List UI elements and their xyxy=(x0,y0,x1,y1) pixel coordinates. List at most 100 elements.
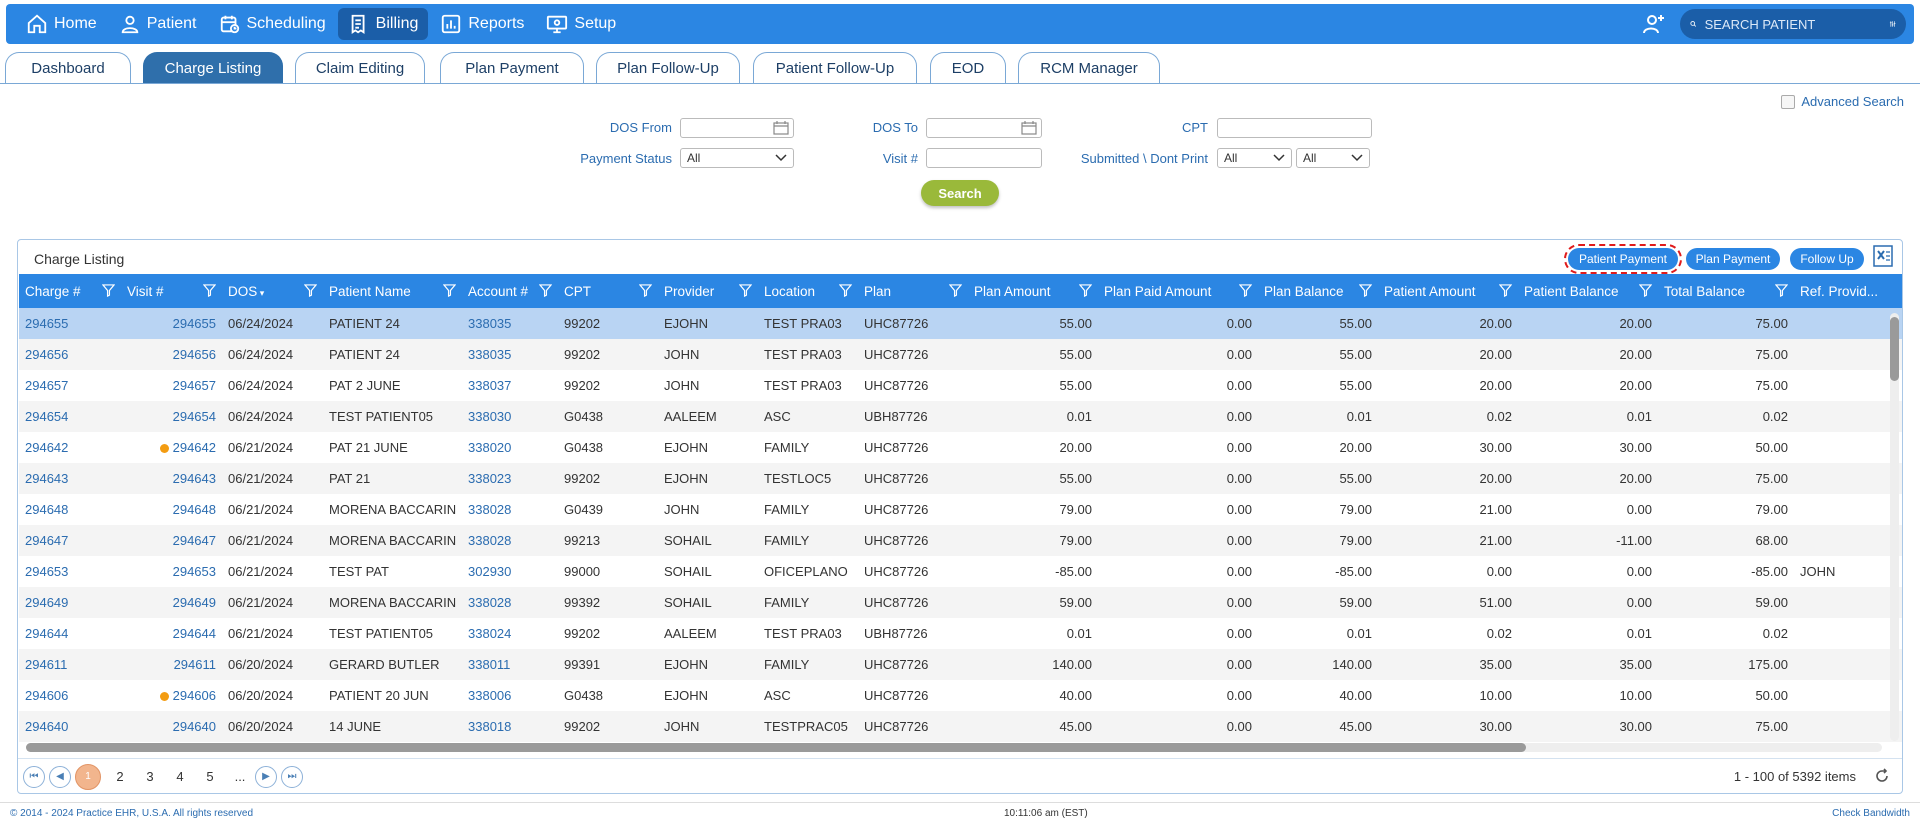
vertical-scrollbar[interactable] xyxy=(1890,313,1899,741)
filter-icon[interactable] xyxy=(443,284,456,297)
column-header[interactable]: Patient Amount xyxy=(1378,274,1518,308)
page-ellipsis[interactable]: ... xyxy=(225,769,255,784)
column-header[interactable]: Ref. Provid... xyxy=(1794,274,1902,308)
calendar-icon[interactable] xyxy=(1021,121,1037,135)
account-link[interactable]: 338030 xyxy=(462,401,558,432)
charge-link[interactable]: 294606 xyxy=(19,680,121,711)
filter-icon[interactable] xyxy=(1239,284,1252,297)
table-row[interactable]: 294611 294611 06/20/2024 GERARD BUTLER 33801… xyxy=(19,649,1902,680)
visit-link[interactable]: 294653 xyxy=(121,556,222,587)
excel-export-icon[interactable] xyxy=(1872,244,1894,268)
patient-payment-button[interactable]: Patient Payment xyxy=(1564,244,1682,274)
visit-field[interactable] xyxy=(926,148,1042,168)
column-header[interactable]: Plan Balance xyxy=(1258,274,1378,308)
charge-link[interactable]: 294648 xyxy=(19,494,121,525)
column-header[interactable]: CPT xyxy=(558,274,658,308)
tab-patient-follow-up[interactable]: Patient Follow-Up xyxy=(753,52,917,83)
search-button[interactable]: Search xyxy=(921,180,999,206)
table-row[interactable]: 294657 294657 06/24/2024 PAT 2 JUNE 338037 99… xyxy=(19,370,1902,401)
next-page-button[interactable]: ▶ xyxy=(255,765,277,788)
column-header[interactable]: Plan xyxy=(858,274,968,308)
page-link[interactable]: 2 xyxy=(105,769,135,784)
account-link[interactable]: 338028 xyxy=(462,525,558,556)
visit-link[interactable]: 294644 xyxy=(121,618,222,649)
tab-claim-editing[interactable]: Claim Editing xyxy=(295,52,425,83)
visit-link[interactable]: 294642 xyxy=(121,432,222,463)
page-link[interactable]: 4 xyxy=(165,769,195,784)
add-patient-button[interactable] xyxy=(1640,10,1668,38)
filter-icon[interactable] xyxy=(304,284,317,297)
account-link[interactable]: 338035 xyxy=(462,308,558,339)
charge-link[interactable]: 294644 xyxy=(19,618,121,649)
charge-link[interactable]: 294643 xyxy=(19,463,121,494)
column-header[interactable]: Visit # xyxy=(121,274,222,308)
page-link[interactable]: 3 xyxy=(135,769,165,784)
charge-link[interactable]: 294649 xyxy=(19,587,121,618)
column-header[interactable]: Charge # xyxy=(19,274,121,308)
account-link[interactable]: 302930 xyxy=(462,556,558,587)
filter-icon[interactable] xyxy=(102,284,115,297)
column-header[interactable]: DOS ▾ xyxy=(222,274,323,308)
table-row[interactable]: 294606 294606 06/20/2024 PATIENT 20 JUN 3380… xyxy=(19,680,1902,711)
charge-link[interactable]: 294642 xyxy=(19,432,121,463)
visit-link[interactable]: 294657 xyxy=(121,370,222,401)
column-header[interactable]: Account # xyxy=(462,274,558,308)
visit-link[interactable]: 294654 xyxy=(121,401,222,432)
filter-icon[interactable] xyxy=(1639,284,1652,297)
table-row[interactable]: 294653 294653 06/21/2024 TEST PAT 302930 9900… xyxy=(19,556,1902,587)
nav-home[interactable]: Home xyxy=(16,8,107,40)
visit-link[interactable]: 294640 xyxy=(121,711,222,742)
horizontal-scroll-thumb[interactable] xyxy=(26,743,1526,752)
visit-link[interactable]: 294606 xyxy=(121,680,222,711)
patient-search-input[interactable] xyxy=(1704,16,1881,32)
filter-icon[interactable] xyxy=(639,284,652,297)
filter-sliders-icon[interactable] xyxy=(1889,15,1896,33)
filter-icon[interactable] xyxy=(203,284,216,297)
nav-billing[interactable]: Billing xyxy=(337,8,429,40)
column-header[interactable]: Location xyxy=(758,274,858,308)
vertical-scroll-thumb[interactable] xyxy=(1890,317,1899,381)
column-header[interactable]: Provider xyxy=(658,274,758,308)
account-link[interactable]: 338018 xyxy=(462,711,558,742)
filter-icon[interactable] xyxy=(739,284,752,297)
advanced-search-checkbox[interactable] xyxy=(1781,94,1796,109)
filter-icon[interactable] xyxy=(1079,284,1092,297)
account-link[interactable]: 338035 xyxy=(462,339,558,370)
column-header[interactable]: Total Balance xyxy=(1658,274,1794,308)
tab-plan-payment[interactable]: Plan Payment xyxy=(440,52,584,83)
column-header[interactable]: Plan Amount xyxy=(968,274,1098,308)
refresh-icon[interactable] xyxy=(1874,768,1890,784)
first-page-button[interactable]: ⏮ xyxy=(23,765,45,788)
filter-icon[interactable] xyxy=(949,284,962,297)
account-link[interactable]: 338006 xyxy=(462,680,558,711)
column-header[interactable]: Patient Balance xyxy=(1518,274,1658,308)
account-link[interactable]: 338028 xyxy=(462,494,558,525)
visit-link[interactable]: 294611 xyxy=(121,649,222,680)
account-link[interactable]: 338024 xyxy=(462,618,558,649)
charge-link[interactable]: 294611 xyxy=(19,649,121,680)
column-header[interactable]: Patient Name xyxy=(323,274,462,308)
table-row[interactable]: 294644 294644 06/21/2024 TEST PATIENT05 3380… xyxy=(19,618,1902,649)
tab-rcm-manager[interactable]: RCM Manager xyxy=(1018,52,1160,83)
account-link[interactable]: 338020 xyxy=(462,432,558,463)
table-row[interactable]: 294656 294656 06/24/2024 PATIENT 24 338035 99… xyxy=(19,339,1902,370)
charge-link[interactable]: 294653 xyxy=(19,556,121,587)
filter-icon[interactable] xyxy=(839,284,852,297)
charge-link[interactable]: 294640 xyxy=(19,711,121,742)
submitted-select[interactable]: All xyxy=(1217,148,1292,168)
account-link[interactable]: 338037 xyxy=(462,370,558,401)
account-link[interactable]: 338023 xyxy=(462,463,558,494)
nav-reports[interactable]: Reports xyxy=(430,8,534,40)
payment-status-select[interactable]: All xyxy=(680,148,794,168)
charge-link[interactable]: 294656 xyxy=(19,339,121,370)
visit-link[interactable]: 294643 xyxy=(121,463,222,494)
account-link[interactable]: 338011 xyxy=(462,649,558,680)
visit-link[interactable]: 294647 xyxy=(121,525,222,556)
account-link[interactable]: 338028 xyxy=(462,587,558,618)
nav-patient[interactable]: Patient xyxy=(109,8,207,40)
dont-print-select[interactable]: All xyxy=(1296,148,1370,168)
table-row[interactable]: 294654 294654 06/24/2024 TEST PATIENT05 3380… xyxy=(19,401,1902,432)
filter-icon[interactable] xyxy=(1499,284,1512,297)
tab-charge-listing[interactable]: Charge Listing xyxy=(143,52,283,83)
dos-from-field[interactable] xyxy=(680,118,794,138)
